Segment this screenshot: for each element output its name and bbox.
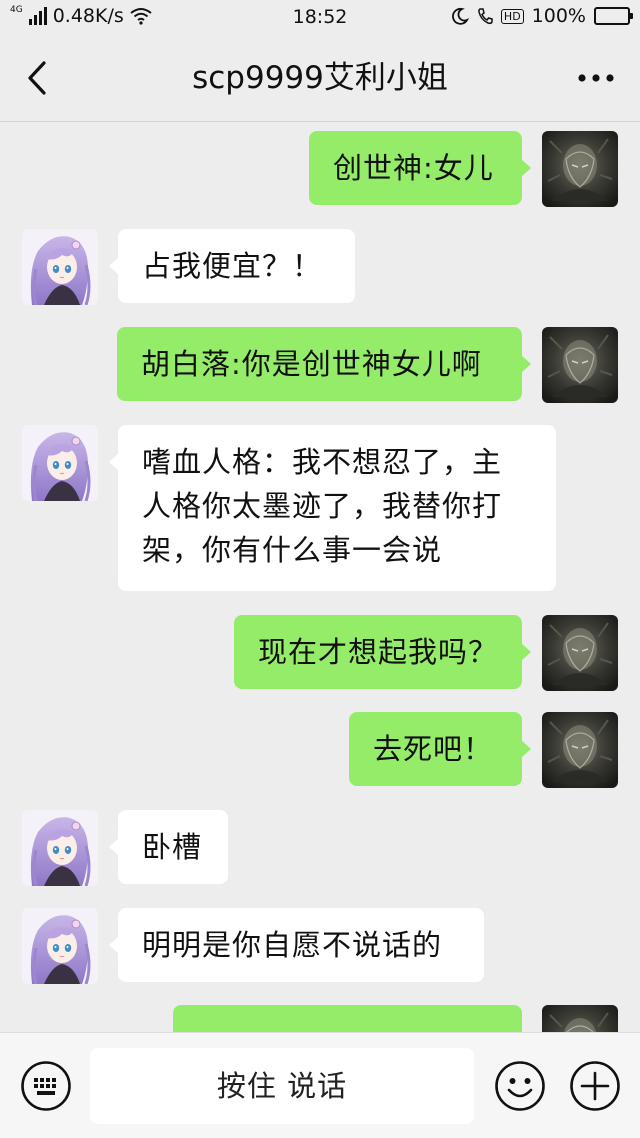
message-text: 去死吧！ [373,732,494,766]
my-avatar[interactable] [542,327,618,403]
outgoing-message-bubble[interactable]: 胡白落:你是创世神女儿啊 [117,327,531,401]
message-text: 胡白落:你是创世神女儿啊 [141,347,482,381]
contact-avatar[interactable] [22,229,98,305]
outgoing-message-bubble[interactable]: 去死吧！ [349,712,531,786]
incoming-message-bubble[interactable]: 卧槽 [109,810,228,884]
chat-title: scp9999艾利小姐 [192,60,448,96]
message-text: 明明是你自愿不说话的 [142,928,443,962]
message-text: 卧槽 [142,830,203,864]
chat-area[interactable]: 创世神:女儿 占我便宜？！ 胡白落:你是创世神女儿啊 嗜血人格：我不想忍了，主 … [0,122,640,1032]
outgoing-message-bubble[interactable]: 创世神:女儿 [309,131,531,205]
incoming-message-bubble[interactable]: 嗜血人格：我不想忍了，主 人格你太墨迹了，我替你打 架，你有什么事一会说 [109,425,556,591]
outgoing-message-bubble[interactable] [173,1005,522,1032]
input-bar: 按住 说话 [0,1032,640,1138]
back-arrow-icon[interactable] [22,58,52,98]
more-icon[interactable] [574,64,618,92]
message-text-line: 嗜血人格：我不想忍了，主 [142,445,503,479]
battery-icon [594,7,633,25]
my-avatar[interactable] [542,131,618,207]
status-bar: 4G 0.48K/s 18:52 HD 100% [0,0,640,34]
contact-avatar[interactable] [22,425,98,501]
keyboard-icon[interactable] [20,1060,72,1112]
my-avatar[interactable] [542,1005,618,1032]
emoji-icon[interactable] [494,1060,546,1112]
status-right: HD 100% [451,5,633,27]
chat-header: scp9999艾利小姐 [0,34,640,122]
message-text: 创世神:女儿 [333,151,494,185]
outgoing-message-bubble[interactable]: 现在才想起我吗？ [234,615,531,689]
message-text-line: 人格你太墨迹了，我替你打 [142,489,503,523]
message-text: 占我便宜？！ [142,249,323,283]
hold-to-talk-button[interactable]: 按住 说话 [90,1048,474,1124]
incoming-message-bubble[interactable]: 明明是你自愿不说话的 [109,908,484,982]
moon-icon [451,7,469,25]
message-text: 现在才想起我吗？ [258,635,499,669]
battery-percent: 100% [531,5,586,27]
phone-icon [478,8,493,25]
my-avatar[interactable] [542,712,618,788]
incoming-message-bubble[interactable]: 占我便宜？！ [109,229,355,303]
hd-badge: HD [500,8,524,24]
contact-avatar[interactable] [22,908,98,984]
my-avatar[interactable] [542,615,618,691]
plus-icon[interactable] [569,1060,621,1112]
contact-avatar[interactable] [22,810,98,886]
message-text-line: 架，你有什么事一会说 [142,533,443,567]
